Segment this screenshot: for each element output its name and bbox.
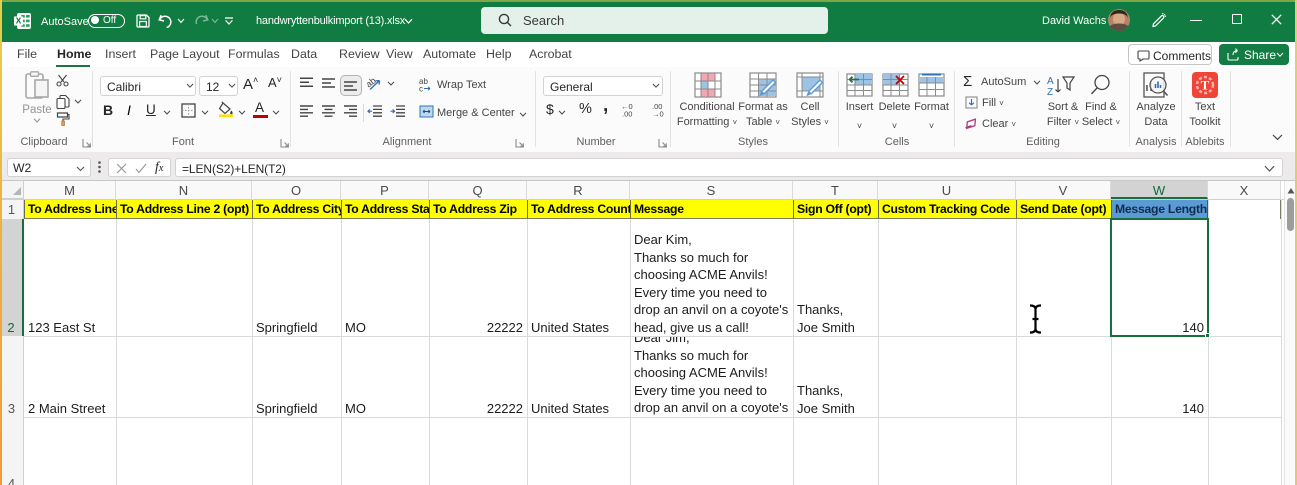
svg-text:T: T [1201,78,1210,93]
svg-text:→0: →0 [652,110,664,118]
svg-text:c: c [419,85,423,93]
svg-text:X: X [16,16,22,26]
svg-text:A: A [1047,76,1054,87]
svg-text:Z: Z [1047,87,1053,97]
svg-text:.00: .00 [622,110,632,118]
